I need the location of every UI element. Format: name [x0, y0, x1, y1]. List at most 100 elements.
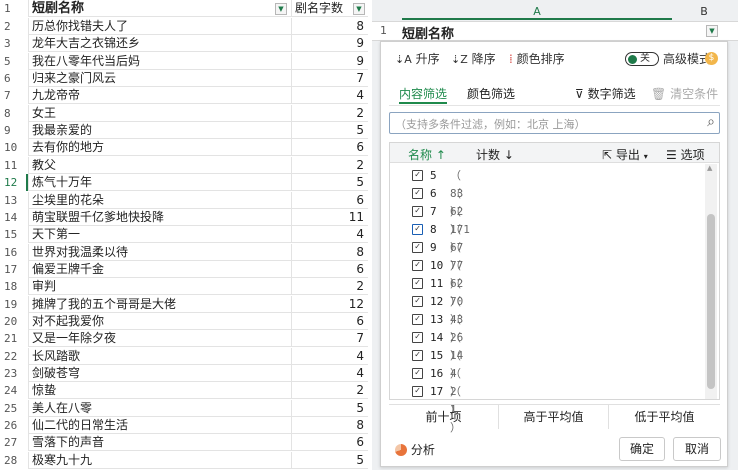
cell-name[interactable]: 我在八零年代当后妈 [28, 52, 291, 70]
export-button[interactable]: ⇱ 导出 ▾ [602, 146, 648, 163]
column-header-a[interactable]: A [402, 4, 672, 20]
row-number[interactable]: 12 [0, 174, 28, 192]
clear-filter-button[interactable]: 🗑 清空条件 [651, 84, 718, 104]
cell-count[interactable]: 9 [291, 52, 368, 70]
cell-name[interactable]: 九龙帝帝 [28, 87, 291, 105]
cell-name[interactable]: 极寒九十九 [28, 451, 291, 469]
cell-name[interactable]: 天下第一 [28, 226, 291, 244]
cell-name[interactable]: 我最亲爱的 [28, 122, 291, 140]
row-number[interactable]: 1 [380, 24, 387, 37]
cell-count[interactable]: 2 [291, 104, 368, 122]
cell-count[interactable]: 5 [291, 122, 368, 140]
row-number[interactable]: 13 [0, 191, 28, 209]
row-number[interactable]: 21 [0, 330, 28, 348]
premium-icon[interactable]: $ [705, 52, 718, 65]
checkbox[interactable]: ✓ [412, 296, 423, 307]
list-scrollbar[interactable]: ▲ [705, 164, 717, 399]
cell-count[interactable]: 8 [291, 417, 368, 435]
cell-count[interactable]: 11 [291, 208, 368, 226]
header-cell-count[interactable]: 剧名字数 ▼ [291, 0, 368, 17]
cancel-button[interactable]: 取消 [673, 437, 721, 461]
cell-count[interactable]: 5 [291, 399, 368, 417]
row-number[interactable]: 5 [0, 52, 28, 70]
checkbox[interactable]: ✓ [412, 386, 423, 397]
cell-count[interactable]: 5 [291, 451, 368, 469]
header-cell-name[interactable]: 短剧名称 ▼ [28, 0, 291, 17]
checkbox[interactable]: ✓ [412, 224, 423, 235]
cell-count[interactable]: 4 [291, 226, 368, 244]
sort-asc-button[interactable]: ⇣A 升序 [395, 50, 440, 68]
row-number[interactable]: 18 [0, 278, 28, 296]
sort-by-name-button[interactable]: 名称 ↑ [408, 146, 446, 163]
advanced-mode-toggle[interactable]: 关 [625, 52, 659, 66]
row-number[interactable]: 26 [0, 417, 28, 435]
below-average-button[interactable]: 低于平均值 [609, 405, 720, 429]
row-number[interactable]: 16 [0, 243, 28, 261]
cell-count[interactable]: 4 [291, 365, 368, 382]
checkbox[interactable]: ✓ [412, 350, 423, 361]
ok-button[interactable]: 确定 [619, 437, 665, 461]
row-number[interactable]: 24 [0, 382, 28, 400]
column-header-b[interactable]: B [674, 4, 734, 20]
cell-name[interactable]: 历总你找错夫人了 [28, 18, 291, 35]
row-number[interactable]: 27 [0, 434, 28, 452]
cell-count[interactable]: 7 [291, 70, 368, 88]
checkbox[interactable]: ✓ [412, 260, 423, 271]
checkbox[interactable]: ✓ [412, 188, 423, 199]
cell-name[interactable]: 炼气十万年 [28, 174, 291, 192]
cell-count[interactable]: 5 [291, 174, 368, 192]
cell-name[interactable]: 萌宝联盟千亿爹地快投降 [28, 208, 291, 226]
checkbox[interactable]: ✓ [412, 206, 423, 217]
row-number[interactable]: 23 [0, 365, 28, 382]
filter-dropdown-icon[interactable]: ▼ [275, 3, 287, 15]
row-number[interactable]: 22 [0, 347, 28, 365]
cell-count[interactable]: 4 [291, 347, 368, 365]
row-number[interactable]: 10 [0, 139, 28, 157]
cell-count[interactable]: 8 [291, 243, 368, 261]
cell-count[interactable]: 6 [291, 260, 368, 278]
cell-name[interactable]: 长风踏歌 [28, 347, 291, 365]
filter-dropdown-icon[interactable]: ▼ [353, 3, 365, 15]
cell-a1[interactable]: 短剧名称 [402, 23, 454, 42]
search-icon[interactable]: ⌕ [707, 114, 715, 130]
filter-dropdown-icon[interactable]: ▼ [706, 25, 718, 37]
row-number[interactable]: 7 [0, 87, 28, 105]
tab-content-filter[interactable]: 内容筛选 [399, 84, 448, 104]
cell-count[interactable]: 6 [291, 139, 368, 157]
cell-name[interactable]: 去有你的地方 [28, 139, 291, 157]
cell-name[interactable]: 偏爱王牌千金 [28, 260, 291, 278]
cell-count[interactable]: 2 [291, 156, 368, 174]
cell-count[interactable]: 7 [291, 330, 368, 348]
row-number[interactable]: 8 [0, 104, 28, 122]
row-number[interactable]: 20 [0, 312, 28, 330]
cell-name[interactable]: 审判 [28, 278, 291, 296]
cell-name[interactable]: 尘埃里的花朵 [28, 191, 291, 209]
cell-name[interactable]: 剑破苍穹 [28, 365, 291, 382]
cell-count[interactable]: 6 [291, 191, 368, 209]
row-number[interactable]: 3 [0, 35, 28, 53]
cell-name[interactable]: 雪落下的声音 [28, 434, 291, 452]
cell-name[interactable]: 美人在八零 [28, 399, 291, 417]
row-number[interactable]: 1 [0, 0, 28, 17]
number-filter-button[interactable]: ⊽ 数字筛选 [575, 84, 636, 104]
cell-count[interactable]: 6 [291, 434, 368, 452]
row-number[interactable]: 25 [0, 399, 28, 417]
above-average-button[interactable]: 高于平均值 [499, 405, 609, 429]
tab-color-filter[interactable]: 颜色筛选 [467, 84, 515, 104]
checkbox[interactable]: ✓ [412, 332, 423, 343]
top10-button[interactable]: 前十项 [389, 405, 499, 429]
cell-count[interactable]: 12 [291, 295, 368, 313]
sort-desc-button[interactable]: ⇣Z 降序 [451, 50, 496, 68]
cell-name[interactable]: 摊牌了我的五个哥哥是大佬 [28, 295, 291, 313]
row-number[interactable]: 6 [0, 70, 28, 88]
row-number[interactable]: 9 [0, 122, 28, 140]
row-number[interactable]: 28 [0, 451, 28, 469]
cell-count[interactable]: 2 [291, 278, 368, 296]
row-number[interactable]: 19 [0, 295, 28, 313]
cell-name[interactable]: 又是一年除夕夜 [28, 330, 291, 348]
cell-name[interactable]: 女王 [28, 104, 291, 122]
row-number[interactable]: 14 [0, 208, 28, 226]
checkbox[interactable]: ✓ [412, 368, 423, 379]
row-number[interactable]: 15 [0, 226, 28, 244]
cell-name[interactable]: 惊蛰 [28, 382, 291, 400]
